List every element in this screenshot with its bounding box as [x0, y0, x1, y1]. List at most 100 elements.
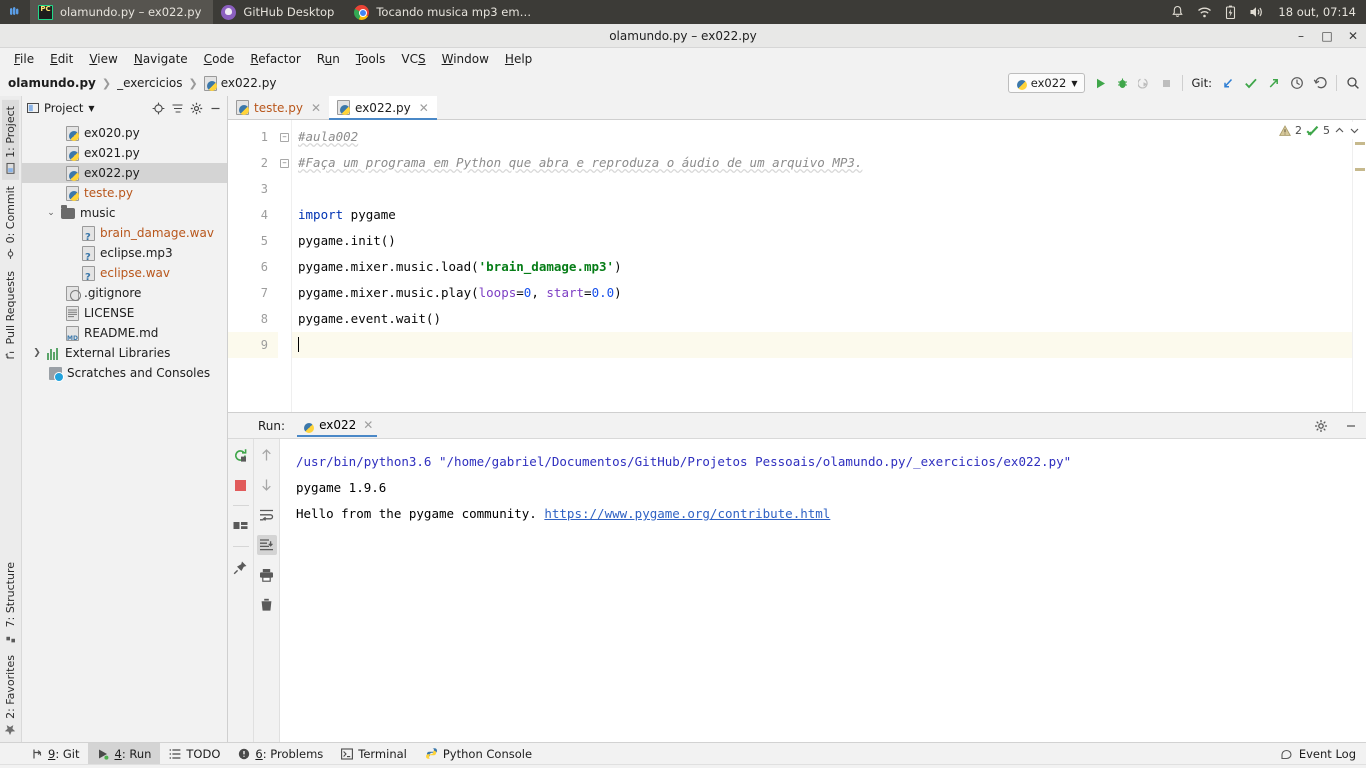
git-push-icon[interactable]	[1267, 77, 1281, 90]
tab-ex022-py[interactable]: ex022.py ✕	[329, 96, 437, 120]
menu-code[interactable]: Code	[196, 50, 243, 68]
tree-item-brain-damage-wav[interactable]: brain_damage.wav	[22, 223, 227, 243]
notification-bell-icon[interactable]	[1171, 5, 1184, 19]
menu-vcs[interactable]: VCS	[393, 50, 433, 68]
event-log-button[interactable]: Event Log	[1280, 747, 1356, 761]
volume-icon[interactable]	[1249, 5, 1265, 19]
minimize-button[interactable]: –	[1294, 29, 1308, 43]
tool-button-todo[interactable]: TODO	[160, 743, 229, 765]
soft-wrap-icon[interactable]	[257, 505, 277, 525]
tool-button-problems[interactable]: 6: Problems	[229, 743, 332, 765]
code-editor[interactable]: 1 2 3 4 5 6 7 8 9 – – #aula002 #Faça um …	[228, 120, 1366, 412]
inspection-widget[interactable]: 2 5	[1277, 122, 1362, 139]
fold-marker[interactable]: –	[278, 150, 291, 176]
python-console-icon	[425, 747, 438, 760]
code-folding-strip[interactable]: – –	[278, 120, 292, 412]
menu-refactor[interactable]: Refactor	[242, 50, 308, 68]
battery-charging-icon[interactable]	[1225, 5, 1236, 20]
chevron-down-icon[interactable]: ⌄	[46, 208, 56, 218]
hide-icon[interactable]	[209, 102, 222, 115]
tree-item-teste[interactable]: teste.py	[22, 183, 227, 203]
tree-item-ex022[interactable]: ex022.py	[22, 163, 227, 183]
trash-icon[interactable]	[257, 595, 277, 615]
editor-marker-bar[interactable]	[1352, 120, 1366, 412]
settings-gear-icon[interactable]	[190, 102, 203, 115]
history-icon[interactable]	[1290, 76, 1304, 90]
scroll-to-end-icon[interactable]	[256, 535, 277, 555]
taskbar-item-github-desktop[interactable]: GitHub Desktop	[213, 0, 346, 24]
tool-button-python-console[interactable]: Python Console	[416, 743, 541, 765]
project-tree[interactable]: ex020.py ex021.py ex022.py teste.py ⌄ mu…	[22, 120, 227, 742]
close-icon[interactable]: ✕	[363, 418, 373, 432]
breadcrumb-project[interactable]: olamundo.py	[8, 76, 96, 90]
sidebar-item-project[interactable]: 1: Project	[2, 100, 19, 180]
stop-icon[interactable]	[231, 475, 251, 495]
search-icon[interactable]	[1346, 76, 1360, 90]
tree-item-scratches-and-consoles[interactable]: Scratches and Consoles	[22, 363, 227, 383]
layout-icon[interactable]	[231, 516, 251, 536]
tree-item-external-libraries[interactable]: ❯ External Libraries	[22, 343, 227, 363]
down-arrow-icon[interactable]	[257, 475, 277, 495]
activities-icon[interactable]	[0, 0, 30, 24]
rerun-icon[interactable]	[231, 445, 251, 465]
code-text-area[interactable]: #aula002 #Faça um programa em Python que…	[292, 120, 1352, 412]
chevron-up-icon[interactable]	[1334, 125, 1345, 136]
tree-item-ex020[interactable]: ex020.py	[22, 123, 227, 143]
menu-view[interactable]: View	[81, 50, 125, 68]
tree-item-music-folder[interactable]: ⌄ music	[22, 203, 227, 223]
chevron-right-icon[interactable]: ❯	[32, 348, 42, 358]
close-button[interactable]: ✕	[1346, 29, 1360, 43]
close-icon[interactable]: ✕	[311, 101, 321, 115]
print-icon[interactable]	[257, 565, 277, 585]
taskbar-item-chrome[interactable]: Tocando musica mp3 em Pyt...	[346, 0, 546, 24]
tree-item-license[interactable]: LICENSE	[22, 303, 227, 323]
menu-help[interactable]: Help	[497, 50, 540, 68]
taskbar-item-pycharm[interactable]: olamundo.py – ex022.py	[30, 0, 214, 24]
settings-gear-icon[interactable]	[1314, 419, 1328, 433]
run-configuration-selector[interactable]: ex022 ▼	[1007, 73, 1085, 93]
rollback-icon[interactable]	[1313, 76, 1327, 90]
git-commit-icon[interactable]	[1244, 77, 1258, 90]
project-view-selector[interactable]: Project ▼	[27, 101, 95, 115]
run-console-output[interactable]: /usr/bin/python3.6 "/home/gabriel/Docume…	[280, 439, 1366, 742]
breadcrumb-folder[interactable]: _exercicios	[117, 76, 182, 90]
sidebar-item-structure[interactable]: 7: Structure	[2, 556, 19, 649]
pin-icon[interactable]	[231, 557, 251, 577]
menu-tools[interactable]: Tools	[348, 50, 394, 68]
run-tab-ex022[interactable]: ex022 ✕	[293, 415, 381, 437]
tree-item-ex021[interactable]: ex021.py	[22, 143, 227, 163]
locate-icon[interactable]	[152, 102, 165, 115]
breadcrumb-file[interactable]: ex022.py	[203, 75, 276, 91]
tool-button-run[interactable]: 4: Run	[88, 742, 161, 765]
tool-button-terminal[interactable]: Terminal	[332, 743, 416, 765]
up-arrow-icon[interactable]	[257, 445, 277, 465]
tree-item-eclipse-wav[interactable]: eclipse.wav	[22, 263, 227, 283]
maximize-button[interactable]: □	[1320, 29, 1334, 43]
close-icon[interactable]: ✕	[419, 101, 429, 115]
tab-teste-py[interactable]: teste.py ✕	[228, 96, 330, 119]
clock-label[interactable]: 18 out, 07:14	[1278, 5, 1356, 19]
tool-button-git[interactable]: 9: Git	[22, 743, 88, 765]
wifi-icon[interactable]	[1197, 6, 1212, 19]
menu-navigate[interactable]: Navigate	[126, 50, 196, 68]
pygame-community-link[interactable]: https://www.pygame.org/contribute.html	[544, 506, 830, 521]
sidebar-item-pull-requests[interactable]: Pull Requests	[2, 265, 19, 366]
tree-item-readme[interactable]: README.md	[22, 323, 227, 343]
debug-icon[interactable]	[1116, 77, 1129, 90]
sidebar-item-favorites[interactable]: 2: Favorites	[2, 649, 19, 742]
menu-file[interactable]: File	[6, 50, 42, 68]
collapse-all-icon[interactable]	[171, 102, 184, 115]
fold-marker[interactable]: –	[278, 124, 291, 150]
menu-run[interactable]: Run	[309, 50, 348, 68]
menu-window[interactable]: Window	[434, 50, 497, 68]
hide-icon[interactable]	[1344, 419, 1358, 433]
run-icon[interactable]	[1094, 77, 1107, 90]
code-text: pygame.mixer.music.play(	[298, 285, 479, 300]
sidebar-item-commit[interactable]: 0: Commit	[2, 180, 19, 265]
chevron-down-icon[interactable]	[1349, 125, 1360, 136]
menu-edit[interactable]: Edit	[42, 50, 81, 68]
tree-item-eclipse-mp3[interactable]: eclipse.mp3	[22, 243, 227, 263]
git-update-icon[interactable]	[1221, 77, 1235, 90]
code-text: )	[614, 259, 622, 274]
tree-item-gitignore[interactable]: .gitignore	[22, 283, 227, 303]
